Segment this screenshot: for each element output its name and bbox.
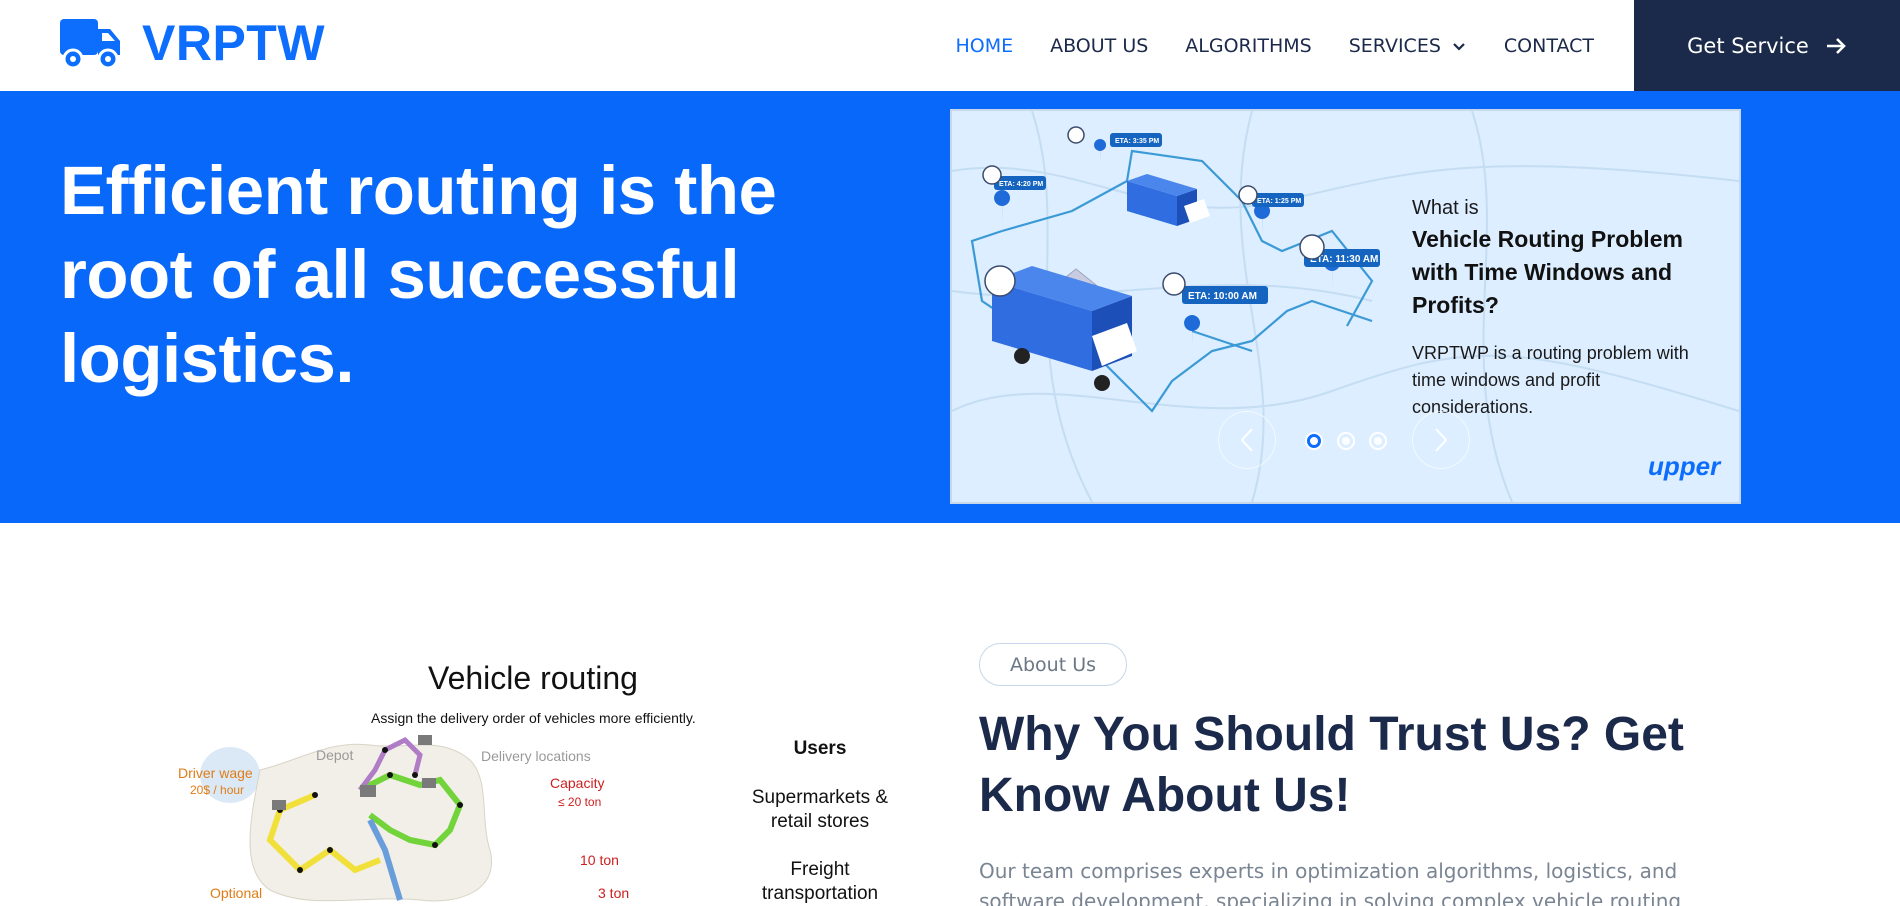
chevron-left-icon bbox=[1240, 428, 1253, 452]
carousel-dot-1[interactable] bbox=[1305, 432, 1323, 450]
chevron-right-icon bbox=[1435, 428, 1448, 452]
carousel-next-button[interactable] bbox=[1412, 411, 1470, 469]
about-title: Why You Should Trust Us? Get Know About … bbox=[979, 708, 1684, 822]
get-service-button[interactable]: Get Service bbox=[1634, 0, 1900, 91]
nav-home[interactable]: HOME bbox=[955, 35, 1013, 57]
delivery-locations-label: Delivery locations bbox=[481, 748, 591, 764]
carousel-prev-button[interactable] bbox=[1218, 411, 1276, 469]
ten-ton-label: 10 ton bbox=[580, 852, 619, 868]
driver-wage-value: 20$ / hour bbox=[190, 783, 245, 797]
truck-illustration-small bbox=[1127, 174, 1210, 226]
hero-title: Efficient routing is the root of all suc… bbox=[60, 152, 777, 397]
nav-algorithms[interactable]: ALGORITHMS bbox=[1185, 35, 1311, 57]
nav-about-us[interactable]: ABOUT US bbox=[1050, 35, 1148, 57]
hero-section: Efficient routing is the root of all suc… bbox=[0, 91, 1900, 523]
about-us-pill: About Us bbox=[979, 643, 1127, 686]
users-title: Users bbox=[793, 738, 847, 759]
user-freight: Freight transportation bbox=[761, 859, 879, 904]
main-nav: HOME ABOUT US ALGORITHMS SERVICES CONTAC… bbox=[918, 0, 1594, 91]
carousel-indicators bbox=[1305, 432, 1401, 450]
nav-services[interactable]: SERVICES bbox=[1349, 35, 1467, 57]
capacity-value: ≤ 20 ton bbox=[558, 795, 602, 809]
slide-description: VRPTWP is a routing problem with time wi… bbox=[1412, 343, 1689, 417]
truck-icon bbox=[60, 19, 120, 69]
slide-question: What is bbox=[1412, 197, 1479, 219]
navbar: VRPTW HOME ABOUT US ALGORITHMS SERVICES … bbox=[0, 0, 1900, 91]
nav-services-label: SERVICES bbox=[1348, 34, 1441, 57]
three-ton-label: 3 ton bbox=[598, 885, 630, 901]
carousel-dot-2[interactable] bbox=[1337, 432, 1355, 450]
brand-logo[interactable]: VRPTW bbox=[60, 14, 325, 72]
driver-wage-label: Driver wage bbox=[178, 765, 253, 781]
svg-text:ETA: 1:25 PM: ETA: 1:25 PM bbox=[1257, 198, 1301, 205]
capacity-label: Capacity bbox=[550, 775, 605, 791]
about-description: Our team comprises experts in optimizati… bbox=[979, 859, 1682, 906]
arrow-right-icon bbox=[1826, 37, 1846, 54]
figure-title: Vehicle routing bbox=[428, 660, 638, 696]
slide-brand-logo: upper bbox=[1648, 451, 1721, 481]
chevron-down-icon bbox=[1453, 42, 1465, 51]
user-supermarkets: Supermarkets & retail stores bbox=[751, 787, 889, 832]
slide-heading: Vehicle Routing Problem with Time Window… bbox=[1412, 226, 1683, 318]
svg-text:ETA: 3:35 PM: ETA: 3:35 PM bbox=[1115, 138, 1159, 145]
vehicle-routing-figure: Vehicle routing Assign the delivery orde… bbox=[160, 650, 900, 906]
hero-carousel[interactable]: ETA: 3:35 PM ETA: 4:20 PM ETA: 1:25 PM E… bbox=[950, 109, 1741, 504]
nav-contact[interactable]: CONTACT bbox=[1504, 35, 1594, 57]
svg-text:ETA: 4:20 PM: ETA: 4:20 PM bbox=[999, 181, 1043, 188]
optional-label: Optional bbox=[210, 885, 263, 901]
get-service-label: Get Service bbox=[1687, 33, 1809, 58]
carousel-dot-3[interactable] bbox=[1369, 432, 1387, 450]
svg-text:ETA: 10:00 AM: ETA: 10:00 AM bbox=[1188, 291, 1257, 302]
figure-subtitle: Assign the delivery order of vehicles mo… bbox=[371, 710, 696, 726]
brand-name: VRPTW bbox=[142, 15, 326, 71]
depot-label: Depot bbox=[316, 747, 354, 763]
